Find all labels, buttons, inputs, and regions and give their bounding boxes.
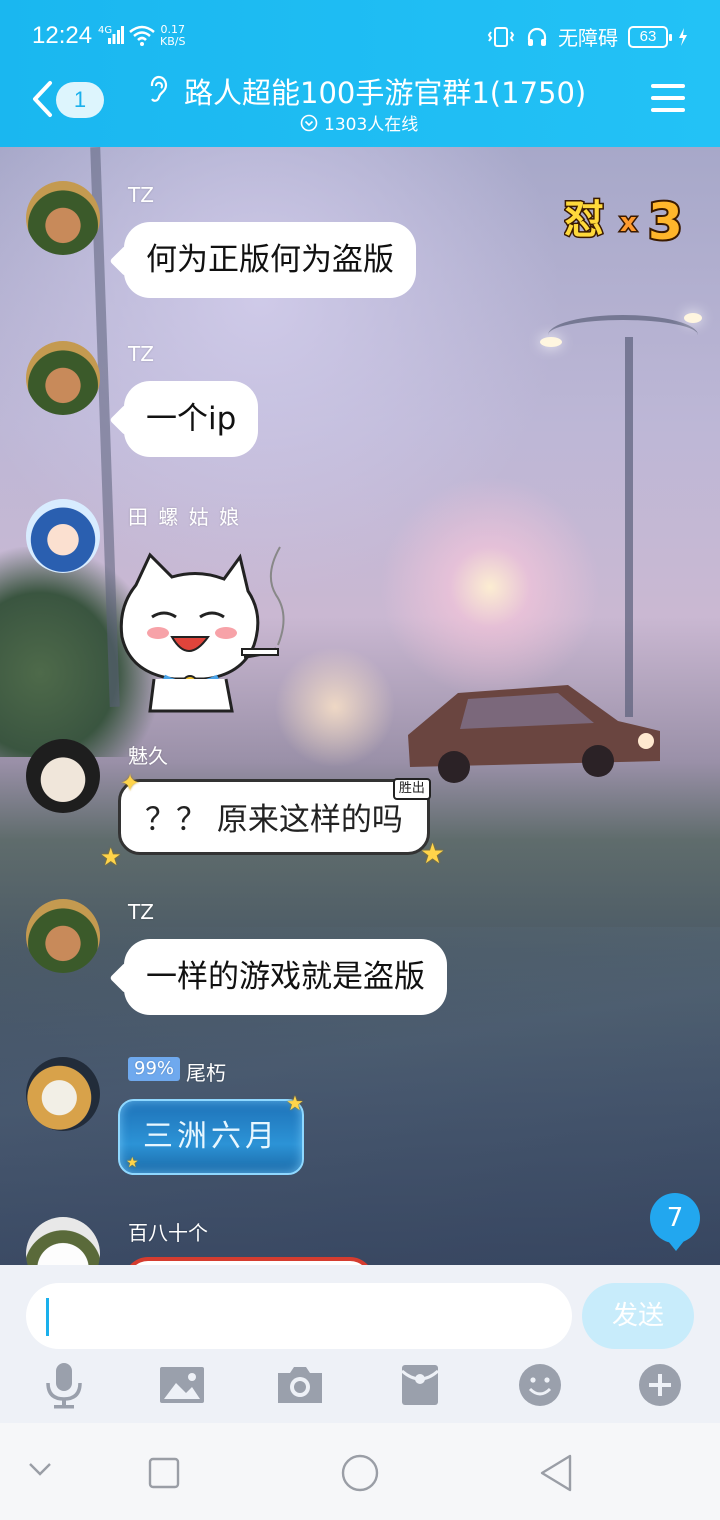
avatar-weixiu[interactable]	[26, 1057, 100, 1131]
status-right: 无障碍 63	[486, 22, 688, 51]
sender-name: 田 螺 姑 娘	[128, 505, 242, 529]
ear-icon[interactable]	[146, 74, 170, 104]
home-icon[interactable]	[340, 1453, 380, 1493]
sender-name: 百八十个	[128, 1221, 208, 1245]
message-text: ？？ 原来这样的吗	[145, 802, 403, 838]
message-bubble[interactable]: 何为正版何为盗版	[124, 222, 416, 298]
back-triangle-icon[interactable]	[538, 1453, 574, 1493]
avatar-tz[interactable]	[26, 899, 100, 973]
chevron-down-circle-icon	[300, 114, 318, 131]
sender-name: 魅久	[128, 744, 168, 768]
vibrate-icon	[487, 26, 515, 47]
star-decoration: ★	[286, 1091, 304, 1115]
sender-name: 99% 尾朽	[128, 1057, 226, 1086]
network-speed: 0.17 KB/S	[160, 24, 185, 48]
battery-indicator: 63	[628, 25, 672, 48]
camera-icon[interactable]	[274, 1361, 326, 1409]
status-time: 12:24	[32, 22, 93, 49]
star-decoration: ★	[420, 837, 446, 870]
star-decoration: ★	[100, 843, 122, 871]
combo-badge-number: 3	[648, 193, 683, 249]
input-toolbar	[0, 1361, 720, 1413]
message-bubble[interactable]	[124, 1257, 374, 1265]
status-bar: 12:24 4G 0.17 KB/S 无障碍 63	[0, 0, 720, 70]
group-title[interactable]: 路人超能100手游官群1(1750)	[184, 70, 586, 112]
menu-icon[interactable]	[651, 84, 685, 114]
speed-unit: KB/S	[160, 35, 186, 48]
background-car	[408, 685, 660, 783]
background-streetlight	[625, 337, 633, 717]
signal-icon	[108, 26, 124, 44]
wifi-icon	[129, 25, 155, 46]
streetlight-lamp-left	[540, 337, 562, 347]
online-label: 1303人在线	[324, 115, 419, 135]
online-count[interactable]: 1303人在线	[300, 110, 418, 135]
recent-apps-icon[interactable]	[148, 1457, 180, 1489]
plus-icon[interactable]	[634, 1361, 686, 1409]
message-bubble[interactable]: 三洲六月	[118, 1099, 304, 1175]
message-input[interactable]	[26, 1283, 572, 1349]
avatar-tz[interactable]	[26, 341, 100, 415]
sender-name: TZ	[128, 183, 154, 207]
chat-area[interactable]: 怼 x 3 TZ 何为正版何为盗版 TZ 一个ip 田 螺 姑 娘 魅久 ？？ …	[0, 147, 720, 1265]
cat-sticker[interactable]	[114, 545, 290, 713]
message-bubble[interactable]: 一样的游戏就是盗版	[124, 939, 447, 1015]
chevron-down-icon[interactable]	[28, 1461, 52, 1477]
level-badge: 99%	[128, 1057, 181, 1081]
back-arrow-icon[interactable]	[30, 80, 54, 118]
text-caret	[46, 1298, 49, 1336]
combo-badge-char: 怼	[564, 197, 604, 243]
unread-back-badge[interactable]: 1	[56, 82, 104, 118]
avatar-meijiu[interactable]	[26, 739, 100, 813]
emoji-icon[interactable]	[514, 1361, 566, 1409]
send-button[interactable]: 发送	[582, 1283, 694, 1349]
sender-name: TZ	[128, 342, 154, 366]
chat-header: 12:24 4G 0.17 KB/S 无障碍 63 1 路人超能100手游官群1…	[0, 0, 720, 147]
avatar-tz[interactable]	[26, 181, 100, 255]
combo-badge-x: x	[620, 208, 637, 238]
sender-name-text: 尾朽	[186, 1061, 227, 1085]
combo-badge: 怼 x 3	[564, 191, 685, 249]
input-area: 发送	[0, 1265, 720, 1423]
message-bubble[interactable]: ？？ 原来这样的吗 胜出	[118, 778, 431, 855]
streetlight-arm	[548, 315, 698, 355]
system-nav-bar	[0, 1423, 720, 1520]
sender-name: TZ	[128, 900, 154, 924]
red-packet-icon[interactable]	[394, 1361, 446, 1409]
avatar-tianluo[interactable]	[26, 499, 100, 573]
message-bubble[interactable]: 一个ip	[124, 381, 259, 457]
streetlight-lamp-right	[684, 313, 702, 323]
unread-count-badge[interactable]: 7	[650, 1193, 700, 1251]
winner-tag: 胜出	[392, 778, 431, 800]
star-decoration: ★	[126, 1155, 139, 1171]
charging-icon	[679, 27, 687, 46]
microphone-icon[interactable]	[38, 1361, 90, 1409]
headphone-icon	[527, 27, 547, 46]
image-icon[interactable]	[156, 1361, 208, 1409]
accessibility-label: 无障碍	[558, 26, 618, 50]
star-decoration: ✦	[120, 769, 141, 797]
